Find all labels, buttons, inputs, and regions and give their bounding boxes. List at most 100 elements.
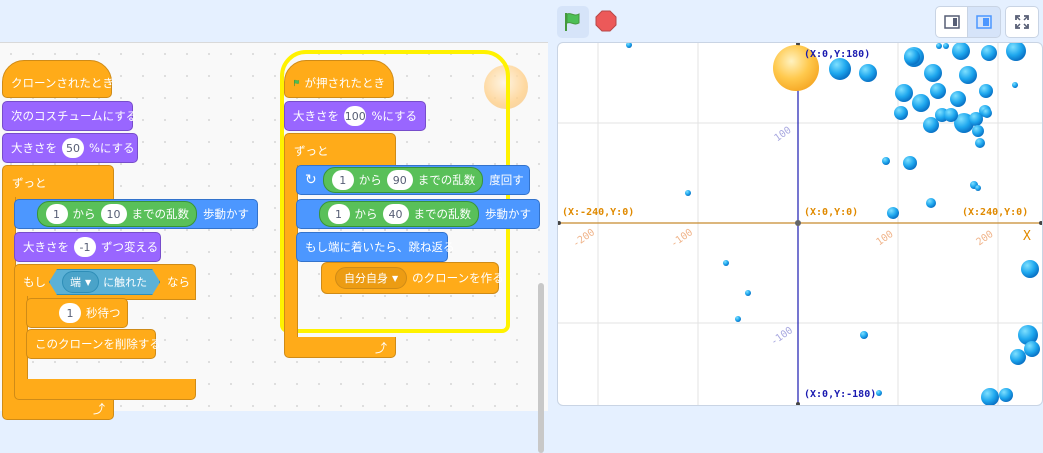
coord-label-left: (X:-240,Y:0) — [562, 207, 635, 218]
clone-sprite — [924, 64, 942, 82]
clone-sprite — [999, 388, 1013, 402]
next-costume-block[interactable]: 次のコスチュームにする — [2, 101, 137, 131]
code-area[interactable]: クローンされたとき 次のコスチュームにする 大きさを 50 %にする ずっと ⤴… — [0, 42, 548, 453]
forever-block-2[interactable]: ずっと — [284, 133, 396, 169]
change-size-input[interactable]: -1 — [74, 237, 96, 257]
when-flag-clicked-block[interactable]: が押されたとき — [284, 60, 394, 98]
x-axis-letter: X — [1023, 229, 1031, 244]
coord-label-bottom: (X:0,Y:-180) — [804, 389, 877, 400]
axis-end-bottom — [796, 402, 800, 405]
move-to-input-2[interactable]: 40 — [382, 204, 409, 224]
small-stage-button[interactable] — [935, 6, 969, 38]
change-size-block[interactable]: 大きさを -1 ずつ変える — [14, 232, 161, 262]
green-flag-button[interactable] — [557, 6, 589, 38]
clone-sprite — [959, 66, 977, 84]
clone-sprite — [943, 43, 949, 49]
move-steps-suffix: 歩動かす — [203, 207, 249, 221]
stage[interactable]: (X:0,Y:180) (X:0,Y:-180) (X:-240,Y:0) (X… — [557, 42, 1043, 406]
random-operator-2[interactable]: 1 から 90 までの乱数 — [322, 167, 484, 193]
if-bottom — [14, 379, 196, 400]
clone-sprite — [626, 43, 632, 48]
create-clone-block[interactable]: 自分自身 ▼ のクローンを作る — [322, 263, 504, 293]
wait-suffix: 秒待つ — [86, 306, 121, 320]
bounce-block[interactable]: もし端に着いたら、跳ね返る — [296, 232, 455, 262]
forever-bottom: ⤴ — [2, 397, 114, 420]
origin-dot — [795, 220, 801, 226]
clone-option: 自分自身 — [344, 272, 388, 285]
set-size-input-2[interactable]: 100 — [344, 106, 367, 126]
random-from-text: から — [72, 207, 96, 221]
turn-suffix: 度回す — [489, 173, 524, 187]
move-steps-block[interactable]: 1 から 10 までの乱数 歩動かす — [14, 199, 258, 229]
coord-label-right: (X:240,Y:0) — [962, 207, 1029, 218]
move-steps-block-2[interactable]: 1 から 40 までの乱数 歩動かす — [296, 199, 540, 229]
dropdown-arrow-icon: ▼ — [85, 277, 92, 287]
clone-sprite — [1006, 43, 1026, 61]
clone-sprite — [685, 190, 691, 196]
stop-icon — [595, 10, 617, 32]
when-flag-clicked-label: が押されたとき — [304, 76, 386, 90]
top-toolbar — [0, 0, 1043, 42]
random-to-input[interactable]: 10 — [100, 204, 127, 224]
clone-sprite — [829, 58, 851, 80]
clone-sprite — [981, 388, 999, 405]
vertical-scrollbar[interactable] — [538, 283, 544, 453]
clone-sprite — [904, 49, 920, 65]
clone-sprite — [887, 207, 899, 219]
turn-to-input[interactable]: 90 — [386, 170, 413, 190]
move-steps-suffix-2: 歩動かす — [485, 207, 531, 221]
clone-sprite — [735, 316, 741, 322]
set-size-block-2[interactable]: 大きさを 100 %にする — [284, 101, 426, 131]
touching-dropdown[interactable]: 端 ▼ — [62, 271, 99, 293]
stop-button[interactable] — [593, 8, 619, 34]
wait-block[interactable]: 1 秒待つ — [26, 298, 128, 328]
clone-sprite — [1024, 341, 1040, 357]
turn-block[interactable]: ↻ 1 から 90 までの乱数 度回す — [296, 165, 530, 195]
random-operator[interactable]: 1 から 10 までの乱数 — [36, 201, 197, 227]
clone-sprite — [936, 43, 942, 49]
turn-right-icon: ↻ — [305, 172, 317, 188]
fullscreen-button[interactable] — [1005, 6, 1039, 38]
wait-input[interactable]: 1 — [59, 303, 81, 323]
move-from-input-2[interactable]: 1 — [327, 204, 350, 224]
large-stage-button[interactable] — [967, 6, 1001, 38]
move-random-text-2: までの乱数 — [413, 207, 472, 221]
set-size-block[interactable]: 大きさを 50 %にする — [2, 133, 138, 163]
clone-sprite — [930, 83, 946, 99]
next-costume-label: 次のコスチュームにする — [11, 109, 138, 123]
delete-clone-block[interactable]: このクローンを削除する — [26, 329, 161, 359]
clone-sprite — [975, 138, 985, 148]
clone-sprite — [972, 125, 984, 137]
touching-option: 端 — [70, 276, 81, 289]
random-text: までの乱数 — [131, 207, 190, 221]
coord-label-center: (X:0,Y:0) — [804, 207, 859, 218]
clone-sprite — [859, 64, 877, 82]
touching-suffix: に触れた — [103, 276, 148, 289]
when-clone-starts-block[interactable]: クローンされたとき — [2, 60, 114, 98]
delete-clone-label: このクローンを削除する — [35, 337, 161, 351]
random-operator-3[interactable]: 1 から 40 までの乱数 — [318, 201, 479, 227]
clone-option-dropdown[interactable]: 自分自身 ▼ — [335, 267, 408, 289]
green-flag-icon — [294, 79, 299, 87]
clone-sprite — [882, 157, 890, 165]
turn-from-input[interactable]: 1 — [331, 170, 354, 190]
clone-sprite — [876, 390, 882, 396]
clone-sprite — [926, 198, 936, 208]
create-clone-suffix: のクローンを作る — [412, 271, 504, 285]
forever-block[interactable]: ずっと — [2, 165, 114, 201]
turn-random-text: までの乱数 — [417, 173, 476, 187]
random-from-input[interactable]: 1 — [45, 204, 68, 224]
clone-sprite — [982, 108, 992, 118]
set-size-input[interactable]: 50 — [62, 138, 84, 158]
set-size-label-2: 大きさを — [293, 109, 339, 123]
axis-end-left — [558, 221, 561, 225]
clone-sprite — [894, 106, 908, 120]
touching-block[interactable]: 端 ▼ に触れた — [49, 269, 160, 295]
if-block[interactable]: もし 端 ▼ に触れた なら — [14, 264, 196, 300]
small-stage-icon — [944, 15, 960, 29]
set-size-suffix: %にする — [89, 141, 135, 155]
clone-sprite — [950, 91, 966, 107]
loop-arrow-icon: ⤴ — [93, 402, 106, 416]
forever-label: ずっと — [12, 176, 47, 190]
then-label: なら — [167, 275, 190, 289]
